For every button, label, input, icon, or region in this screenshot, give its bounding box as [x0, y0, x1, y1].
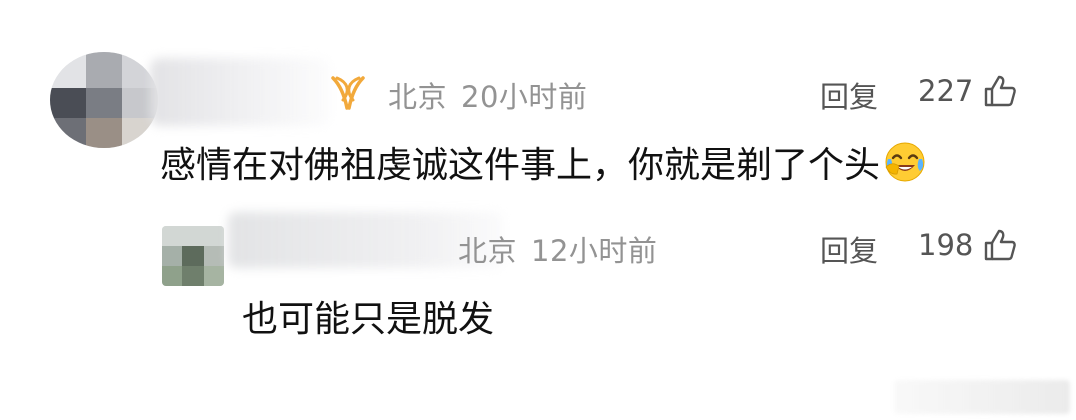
thumbs-up-icon — [985, 229, 1017, 261]
avatar[interactable] — [162, 226, 224, 286]
comment-meta: 北京 12小时前 — [458, 228, 657, 270]
like-count: 198 — [918, 228, 974, 262]
comment-body: 也可能只是脱发 — [242, 290, 494, 342]
laughing-crying-emoji-icon — [885, 142, 925, 182]
comment-thread: 北京 20小时前 回复 227 感情在对佛祖虔诚这件事上，你就是剃了个头 北京 … — [0, 0, 1076, 420]
comment-meta: 北京 20小时前 — [388, 74, 587, 116]
watermark — [894, 380, 1070, 414]
reply-button[interactable]: 回复 — [820, 74, 878, 116]
comment-location: 北京 — [458, 234, 518, 268]
avatar[interactable] — [50, 52, 158, 148]
comment-time: 12小时前 — [531, 234, 658, 268]
comment-time: 20小时前 — [461, 80, 588, 114]
vip-badge-icon — [331, 76, 365, 110]
like-button[interactable]: 198 — [918, 228, 1017, 262]
username-redacted[interactable] — [150, 58, 330, 126]
reply-button[interactable]: 回复 — [820, 228, 878, 270]
comment-text: 感情在对佛祖虔诚这件事上，你就是剃了个头 — [160, 145, 881, 186]
comment-location: 北京 — [388, 80, 448, 114]
comment-text: 也可能只是脱发 — [242, 299, 495, 340]
like-count: 227 — [918, 74, 974, 108]
thumbs-up-icon — [985, 75, 1017, 107]
like-button[interactable]: 227 — [918, 74, 1017, 108]
comment-body: 感情在对佛祖虔诚这件事上，你就是剃了个头 — [160, 136, 926, 188]
